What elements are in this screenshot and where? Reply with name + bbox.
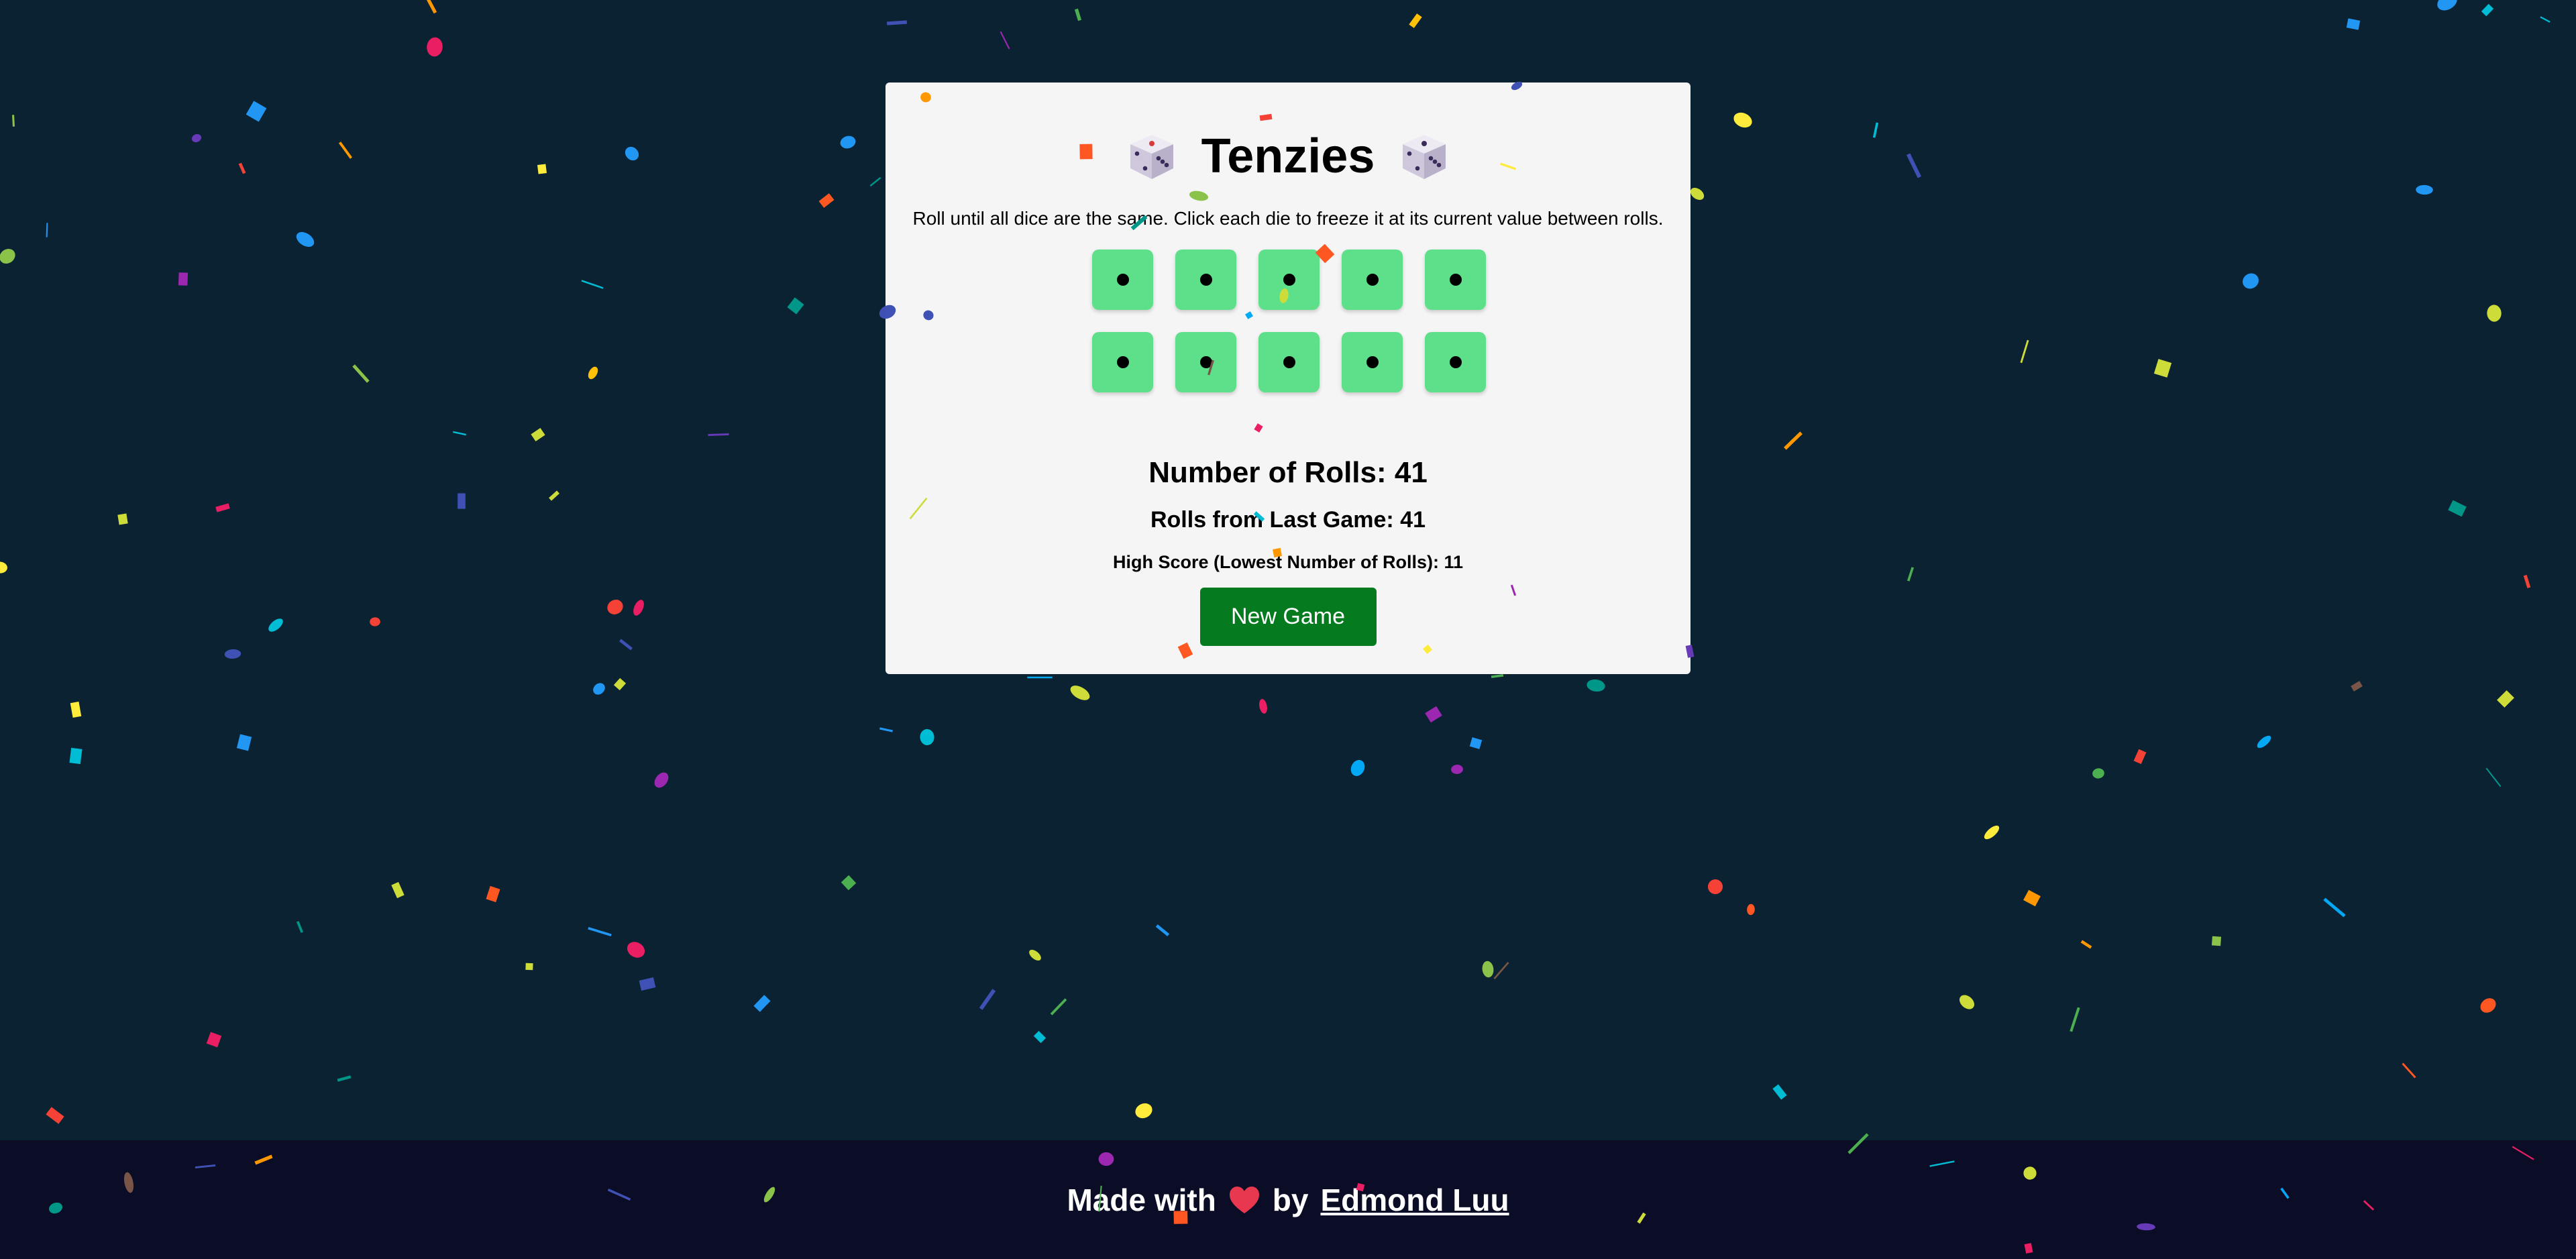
rolls-count: Number of Rolls: 41 (1148, 456, 1428, 489)
new-game-button[interactable]: New Game (1199, 588, 1377, 646)
game-card: Tenzies Roll until all dice are the same… (885, 83, 1690, 674)
die-pip (1449, 356, 1462, 368)
dice-icon (1403, 135, 1446, 179)
die-3[interactable] (1258, 250, 1320, 310)
die-pip (1449, 274, 1462, 286)
high-score: High Score (Lowest Number of Rolls): 11 (1112, 552, 1464, 572)
dice-grid (1092, 250, 1486, 392)
dice-icon (1130, 135, 1173, 179)
die-pip (1366, 356, 1379, 368)
die-7[interactable] (1175, 332, 1236, 392)
die-9[interactable] (1342, 332, 1403, 392)
game-background: Tenzies Roll until all dice are the same… (0, 0, 2576, 1140)
die-pip (1283, 356, 1295, 368)
heart-icon (1229, 1186, 1259, 1213)
die-pip (1366, 274, 1379, 286)
footer: Made with by Edmond Luu (0, 1140, 2576, 1259)
author-link[interactable]: Edmond Luu (1320, 1182, 1509, 1218)
die-8[interactable] (1258, 332, 1320, 392)
page-title: Tenzies (1201, 129, 1375, 183)
die-2[interactable] (1175, 250, 1236, 310)
die-5[interactable] (1425, 250, 1486, 310)
title-row: Tenzies (885, 119, 1690, 193)
die-pip (1199, 356, 1212, 368)
die-1[interactable] (1092, 250, 1153, 310)
last-game-rolls: Rolls from Last Game: 41 (1150, 507, 1426, 533)
die-pip (1199, 274, 1212, 286)
die-pip (1283, 274, 1295, 286)
instructions: Roll until all dice are the same. Click … (912, 208, 1664, 229)
die-10[interactable] (1425, 332, 1486, 392)
die-pip (1116, 356, 1129, 368)
die-4[interactable] (1342, 250, 1403, 310)
die-pip (1116, 274, 1129, 286)
footer-by: by (1272, 1182, 1309, 1217)
die-6[interactable] (1092, 332, 1153, 392)
footer-made-with: Made with (1067, 1182, 1216, 1217)
